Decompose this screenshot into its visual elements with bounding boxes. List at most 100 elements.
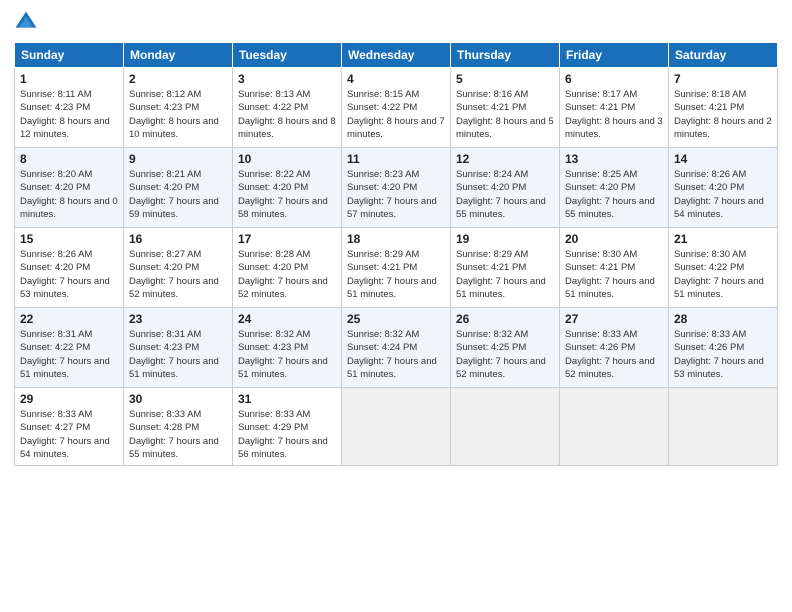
col-header-monday: Monday: [124, 43, 233, 68]
day-info: Sunrise: 8:33 AMSunset: 4:27 PMDaylight:…: [20, 408, 118, 461]
day-number: 9: [129, 152, 227, 166]
calendar-cell: 2Sunrise: 8:12 AMSunset: 4:23 PMDaylight…: [124, 68, 233, 148]
day-info: Sunrise: 8:32 AMSunset: 4:23 PMDaylight:…: [238, 328, 336, 381]
day-number: 20: [565, 232, 663, 246]
calendar-cell: 14 Sunrise: 8:26 AMSunset: 4:20 PMDayligh…: [669, 148, 778, 228]
day-number: 10: [238, 152, 336, 166]
day-info: Sunrise: 8:26 AMSunset: 4:20 PMDaylight:…: [674, 168, 772, 221]
day-info: Sunrise: 8:31 AMSunset: 4:22 PMDaylight:…: [20, 328, 118, 381]
calendar-week-2: 15 Sunrise: 8:26 AMSunset: 4:20 PMDayligh…: [15, 228, 778, 308]
calendar-cell: 18Sunrise: 8:29 AMSunset: 4:21 PMDayligh…: [342, 228, 451, 308]
col-header-saturday: Saturday: [669, 43, 778, 68]
day-number: 15: [20, 232, 118, 246]
calendar-cell: 23 Sunrise: 8:31 AMSunset: 4:23 PMDayligh…: [124, 308, 233, 388]
calendar-cell: 15 Sunrise: 8:26 AMSunset: 4:20 PMDayligh…: [15, 228, 124, 308]
calendar-cell: [451, 388, 560, 466]
calendar-cell: 5 Sunrise: 8:16 AMSunset: 4:21 PMDaylight…: [451, 68, 560, 148]
day-number: 18: [347, 232, 445, 246]
day-info: Sunrise: 8:31 AMSunset: 4:23 PMDaylight:…: [129, 328, 227, 381]
day-number: 1: [20, 72, 118, 86]
calendar-cell: 16 Sunrise: 8:27 AMSunset: 4:20 PMDayligh…: [124, 228, 233, 308]
day-info: Sunrise: 8:25 AMSunset: 4:20 PMDaylight:…: [565, 168, 663, 221]
day-info: Sunrise: 8:16 AMSunset: 4:21 PMDaylight:…: [456, 88, 554, 141]
day-number: 21: [674, 232, 772, 246]
day-number: 16: [129, 232, 227, 246]
day-number: 28: [674, 312, 772, 326]
day-number: 11: [347, 152, 445, 166]
day-info: Sunrise: 8:30 AMSunset: 4:22 PMDaylight:…: [674, 248, 772, 301]
day-info: Sunrise: 8:27 AMSunset: 4:20 PMDaylight:…: [129, 248, 227, 301]
day-number: 19: [456, 232, 554, 246]
day-number: 12: [456, 152, 554, 166]
calendar-cell: 8 Sunrise: 8:20 AMSunset: 4:20 PMDaylight…: [15, 148, 124, 228]
calendar-cell: 11 Sunrise: 8:23 AMSunset: 4:20 PMDayligh…: [342, 148, 451, 228]
day-info: Sunrise: 8:18 AMSunset: 4:21 PMDaylight:…: [674, 88, 772, 141]
calendar-cell: 4Sunrise: 8:15 AMSunset: 4:22 PMDaylight…: [342, 68, 451, 148]
day-number: 30: [129, 392, 227, 406]
day-info: Sunrise: 8:33 AMSunset: 4:29 PMDaylight:…: [238, 408, 336, 461]
day-number: 8: [20, 152, 118, 166]
day-info: Sunrise: 8:24 AMSunset: 4:20 PMDaylight:…: [456, 168, 554, 221]
header: [14, 10, 778, 34]
calendar: SundayMondayTuesdayWednesdayThursdayFrid…: [14, 42, 778, 466]
day-number: 22: [20, 312, 118, 326]
day-number: 7: [674, 72, 772, 86]
day-info: Sunrise: 8:15 AMSunset: 4:22 PMDaylight:…: [347, 88, 445, 141]
day-info: Sunrise: 8:17 AMSunset: 4:21 PMDaylight:…: [565, 88, 663, 141]
col-header-tuesday: Tuesday: [233, 43, 342, 68]
calendar-cell: [342, 388, 451, 466]
day-info: Sunrise: 8:32 AMSunset: 4:25 PMDaylight:…: [456, 328, 554, 381]
calendar-cell: 10 Sunrise: 8:22 AMSunset: 4:20 PMDayligh…: [233, 148, 342, 228]
day-info: Sunrise: 8:33 AMSunset: 4:28 PMDaylight:…: [129, 408, 227, 461]
col-header-thursday: Thursday: [451, 43, 560, 68]
calendar-cell: 9 Sunrise: 8:21 AMSunset: 4:20 PMDaylight…: [124, 148, 233, 228]
day-number: 29: [20, 392, 118, 406]
calendar-week-1: 8 Sunrise: 8:20 AMSunset: 4:20 PMDaylight…: [15, 148, 778, 228]
day-info: Sunrise: 8:22 AMSunset: 4:20 PMDaylight:…: [238, 168, 336, 221]
day-number: 5: [456, 72, 554, 86]
calendar-cell: 12 Sunrise: 8:24 AMSunset: 4:20 PMDayligh…: [451, 148, 560, 228]
calendar-cell: 25 Sunrise: 8:32 AMSunset: 4:24 PMDayligh…: [342, 308, 451, 388]
day-number: 25: [347, 312, 445, 326]
calendar-cell: 1 Sunrise: 8:11 AMSunset: 4:23 PMDaylight…: [15, 68, 124, 148]
calendar-cell: 27 Sunrise: 8:33 AMSunset: 4:26 PMDayligh…: [560, 308, 669, 388]
col-header-sunday: Sunday: [15, 43, 124, 68]
day-number: 13: [565, 152, 663, 166]
day-number: 17: [238, 232, 336, 246]
col-header-friday: Friday: [560, 43, 669, 68]
calendar-cell: 6 Sunrise: 8:17 AMSunset: 4:21 PMDaylight…: [560, 68, 669, 148]
day-number: 31: [238, 392, 336, 406]
calendar-cell: 13 Sunrise: 8:25 AMSunset: 4:20 PMDayligh…: [560, 148, 669, 228]
day-info: Sunrise: 8:32 AMSunset: 4:24 PMDaylight:…: [347, 328, 445, 381]
calendar-cell: 17 Sunrise: 8:28 AMSunset: 4:20 PMDayligh…: [233, 228, 342, 308]
calendar-cell: [669, 388, 778, 466]
calendar-cell: 21 Sunrise: 8:30 AMSunset: 4:22 PMDayligh…: [669, 228, 778, 308]
calendar-cell: 29 Sunrise: 8:33 AMSunset: 4:27 PMDayligh…: [15, 388, 124, 466]
day-number: 6: [565, 72, 663, 86]
calendar-cell: 22 Sunrise: 8:31 AMSunset: 4:22 PMDayligh…: [15, 308, 124, 388]
logo-icon: [14, 10, 38, 34]
day-info: Sunrise: 8:29 AMSunset: 4:21 PMDaylight:…: [456, 248, 554, 301]
day-info: Sunrise: 8:30 AMSunset: 4:21 PMDaylight:…: [565, 248, 663, 301]
day-info: Sunrise: 8:13 AMSunset: 4:22 PMDaylight:…: [238, 88, 336, 141]
day-number: 14: [674, 152, 772, 166]
day-number: 23: [129, 312, 227, 326]
calendar-week-3: 22 Sunrise: 8:31 AMSunset: 4:22 PMDayligh…: [15, 308, 778, 388]
day-info: Sunrise: 8:20 AMSunset: 4:20 PMDaylight:…: [20, 168, 118, 221]
day-info: Sunrise: 8:11 AMSunset: 4:23 PMDaylight:…: [20, 88, 118, 141]
calendar-cell: 3 Sunrise: 8:13 AMSunset: 4:22 PMDaylight…: [233, 68, 342, 148]
calendar-cell: 7 Sunrise: 8:18 AMSunset: 4:21 PMDaylight…: [669, 68, 778, 148]
logo: [14, 10, 42, 34]
day-info: Sunrise: 8:26 AMSunset: 4:20 PMDaylight:…: [20, 248, 118, 301]
calendar-week-0: 1 Sunrise: 8:11 AMSunset: 4:23 PMDaylight…: [15, 68, 778, 148]
day-info: Sunrise: 8:12 AMSunset: 4:23 PMDaylight:…: [129, 88, 227, 141]
day-info: Sunrise: 8:33 AMSunset: 4:26 PMDaylight:…: [565, 328, 663, 381]
day-info: Sunrise: 8:23 AMSunset: 4:20 PMDaylight:…: [347, 168, 445, 221]
day-number: 27: [565, 312, 663, 326]
calendar-cell: 20 Sunrise: 8:30 AMSunset: 4:21 PMDayligh…: [560, 228, 669, 308]
day-number: 3: [238, 72, 336, 86]
day-info: Sunrise: 8:33 AMSunset: 4:26 PMDaylight:…: [674, 328, 772, 381]
calendar-cell: 26Sunrise: 8:32 AMSunset: 4:25 PMDayligh…: [451, 308, 560, 388]
day-info: Sunrise: 8:28 AMSunset: 4:20 PMDaylight:…: [238, 248, 336, 301]
day-info: Sunrise: 8:21 AMSunset: 4:20 PMDaylight:…: [129, 168, 227, 221]
